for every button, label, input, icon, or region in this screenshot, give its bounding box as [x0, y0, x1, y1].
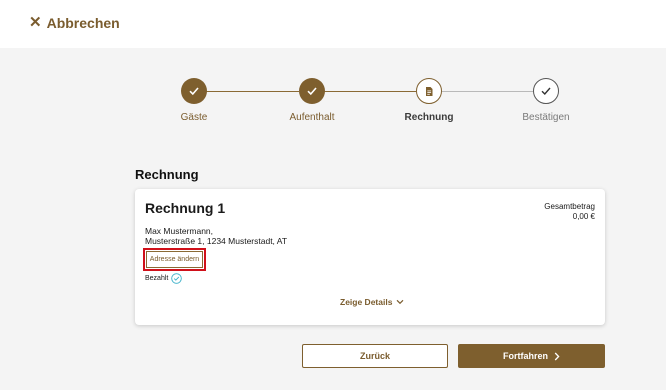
top-bar: ✕ Abbrechen [0, 0, 666, 48]
close-icon: ✕ [29, 14, 42, 31]
continue-label: Fortfahren [503, 351, 548, 361]
step-label-guests: Gäste [180, 112, 208, 123]
invoice-title: Rechnung 1 [145, 200, 226, 216]
billing-address: Musterstraße 1, 1234 Musterstadt, AT [145, 236, 288, 246]
back-label: Zurück [359, 351, 390, 361]
check-icon [307, 87, 317, 96]
chevron-right-icon [554, 352, 560, 360]
continue-button[interactable]: Fortfahren [458, 344, 605, 368]
step-connector [441, 91, 533, 92]
show-details-label: Zeige Details [340, 297, 393, 307]
step-connector [324, 91, 416, 92]
paid-status-label: Bezahlt [145, 275, 169, 282]
total-value: 0,00 € [572, 212, 595, 221]
cancel-button[interactable]: ✕ Abbrechen [29, 14, 120, 32]
check-circle-icon [171, 273, 182, 284]
step-stay[interactable] [299, 78, 325, 104]
step-label-confirm: Bestätigen [522, 112, 570, 123]
invoice-card: Rechnung 1 Gesamtbetrag 0,00 € Max Muste… [135, 189, 605, 325]
document-icon [426, 86, 433, 96]
check-icon [189, 87, 199, 96]
check-icon [541, 87, 551, 96]
back-button[interactable]: Zurück [302, 344, 448, 368]
cancel-label: Abbrechen [46, 15, 120, 31]
total-label: Gesamtbetrag [544, 202, 595, 211]
section-title: Rechnung [135, 167, 199, 182]
change-address-button[interactable]: Adresse ändern [146, 251, 203, 268]
billing-name: Max Mustermann, [145, 226, 214, 236]
chevron-down-icon [397, 299, 404, 305]
step-invoice [416, 78, 442, 104]
step-confirm [533, 78, 559, 104]
show-details-toggle[interactable]: Zeige Details [340, 297, 404, 307]
step-guests[interactable] [181, 78, 207, 104]
step-label-invoice: Rechnung [404, 112, 454, 123]
step-label-stay: Aufenthalt [289, 112, 335, 123]
step-connector [206, 91, 299, 92]
